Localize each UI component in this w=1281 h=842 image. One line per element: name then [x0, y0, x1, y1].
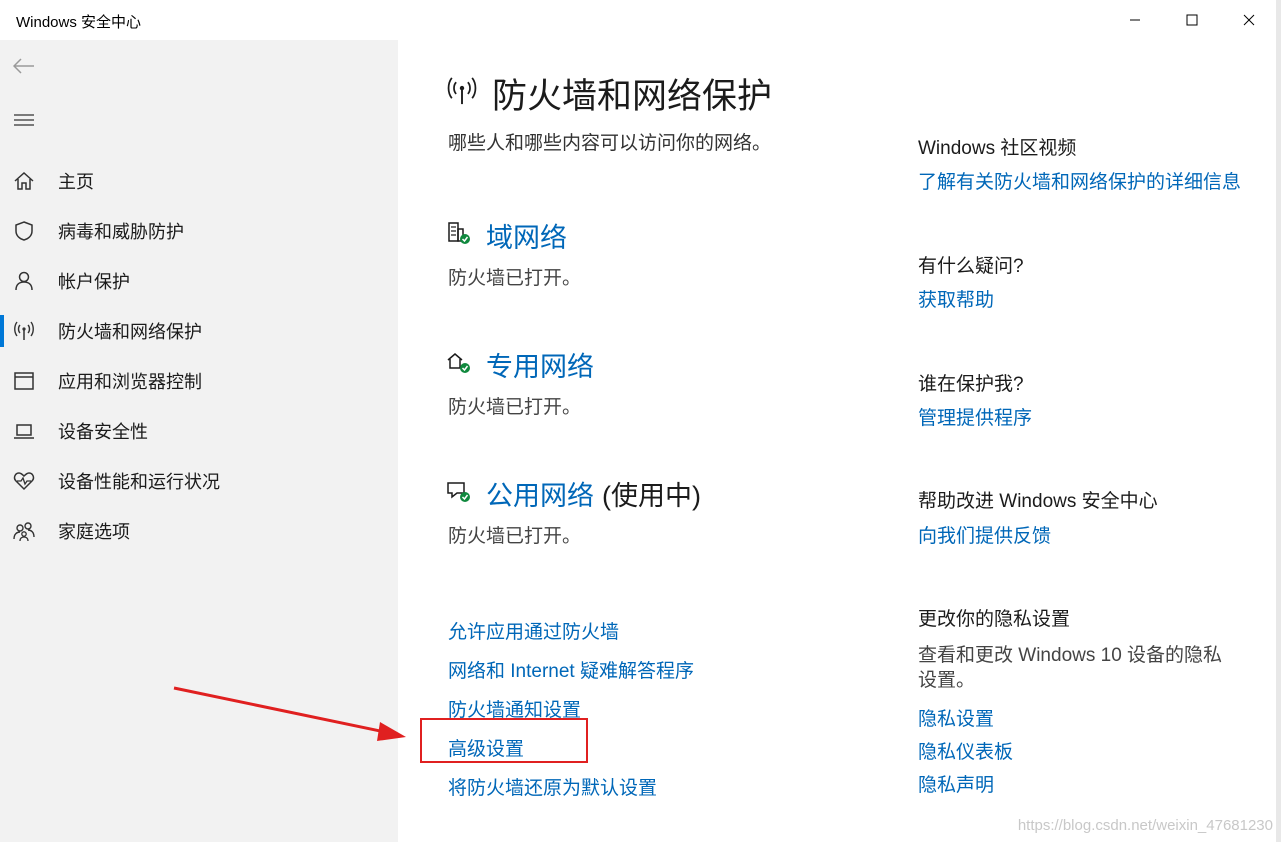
get-help-link[interactable]: 获取帮助 [918, 285, 994, 312]
back-button[interactable] [4, 46, 44, 86]
domain-network-section: 域网络 防火墙已打开。 [446, 216, 581, 290]
sidebar-item-home[interactable]: 主页 [0, 156, 398, 206]
page-title: 防火墙和网络保护 [492, 77, 773, 116]
private-network-section: 专用网络 防火墙已打开。 [446, 345, 594, 419]
shield-icon [12, 219, 36, 243]
sidebar-item-label: 设备性能和运行状况 [58, 472, 220, 492]
browser-window-icon [12, 369, 36, 393]
sidebar-item-label: 应用和浏览器控制 [58, 372, 202, 392]
domain-network-icon [446, 220, 472, 251]
maximize-icon [1186, 14, 1197, 26]
title-bar: Windows 安全中心 [0, 0, 1281, 40]
active-indicator [0, 315, 4, 347]
close-icon [1243, 14, 1254, 26]
hamburger-icon [14, 114, 34, 126]
close-button[interactable] [1220, 0, 1277, 40]
sidebar-item-firewall[interactable]: 防火墙和网络保护 [0, 306, 398, 356]
privacy-dashboard-link[interactable]: 隐私仪表板 [918, 737, 1013, 764]
sidebar-item-label: 病毒和威胁防护 [58, 222, 184, 242]
domain-network-link[interactable]: 域网络 [486, 216, 567, 255]
page-header: 防火墙和网络保护 [446, 68, 772, 119]
network-troubleshooter-link[interactable]: 网络和 Internet 疑难解答程序 [448, 656, 694, 683]
antenna-icon [446, 75, 478, 112]
sidebar-item-account-protection[interactable]: 帐户保护 [0, 256, 398, 306]
sidebar-item-family-options[interactable]: 家庭选项 [0, 506, 398, 556]
main-content: 防火墙和网络保护 哪些人和哪些内容可以访问你的网络。 域网络 防火墙已打开。 专… [398, 40, 1281, 842]
private-network-icon [446, 349, 472, 380]
question-heading: 有什么疑问? [918, 256, 1024, 277]
annotation-highlight-box [420, 718, 588, 763]
privacy-settings-link[interactable]: 隐私设置 [918, 704, 994, 731]
public-network-in-use-label: (使用中) [602, 481, 701, 511]
sidebar-item-label: 家庭选项 [58, 522, 130, 542]
allow-app-through-firewall-link[interactable]: 允许应用通过防火墙 [448, 617, 619, 644]
sidebar-item-label: 设备安全性 [58, 422, 148, 442]
sidebar-item-label: 帐户保护 [58, 272, 130, 292]
give-feedback-link[interactable]: 向我们提供反馈 [918, 521, 1051, 548]
family-icon [12, 519, 36, 543]
back-arrow-icon [13, 58, 34, 74]
public-network-status: 防火墙已打开。 [448, 526, 582, 547]
sidebar-item-label: 防火墙和网络保护 [58, 322, 202, 342]
heart-pulse-icon [12, 469, 36, 493]
privacy-description: 查看和更改 Windows 10 设备的隐私设置。 [918, 645, 1223, 691]
person-icon [12, 269, 36, 293]
sidebar-item-app-browser-control[interactable]: 应用和浏览器控制 [0, 356, 398, 406]
public-network-section: 公用网络 (使用中) 防火墙已打开。 [446, 474, 701, 548]
security-center-window: Windows 安全中心 主页 病毒和威胁防护 帐户保护 防火墙和网络保护 应用… [0, 0, 1281, 842]
privacy-heading: 更改你的隐私设置 [918, 609, 1071, 630]
privacy-statement-link[interactable]: 隐私声明 [918, 770, 994, 797]
sidebar-item-virus-protection[interactable]: 病毒和威胁防护 [0, 206, 398, 256]
improve-heading: 帮助改进 Windows 安全中心 [918, 491, 1158, 512]
page-subtitle: 哪些人和哪些内容可以访问你的网络。 [448, 133, 772, 154]
home-icon [12, 169, 36, 193]
private-network-link[interactable]: 专用网络 [486, 345, 594, 384]
private-network-status: 防火墙已打开。 [448, 397, 582, 418]
laptop-icon [12, 419, 36, 443]
public-network-icon [446, 478, 472, 509]
watermark: https://blog.csdn.net/weixin_47681230 [1017, 817, 1273, 834]
minimize-icon [1129, 19, 1140, 21]
sidebar-item-label: 主页 [58, 172, 94, 192]
protector-heading: 谁在保护我? [918, 374, 1024, 395]
manage-providers-link[interactable]: 管理提供程序 [918, 403, 1032, 430]
antenna-icon [12, 319, 36, 343]
hamburger-menu-button[interactable] [4, 100, 44, 140]
sidebar: 主页 病毒和威胁防护 帐户保护 防火墙和网络保护 应用和浏览器控制 设备安全性 … [0, 40, 398, 842]
sidebar-item-device-security[interactable]: 设备安全性 [0, 406, 398, 456]
domain-network-status: 防火墙已打开。 [448, 268, 582, 289]
sidebar-item-device-performance[interactable]: 设备性能和运行状况 [0, 456, 398, 506]
minimize-button[interactable] [1106, 0, 1163, 40]
background-window-edge [1276, 0, 1281, 842]
learn-more-link[interactable]: 了解有关防火墙和网络保护的详细信息 [918, 167, 1241, 194]
maximize-button[interactable] [1163, 0, 1220, 40]
community-videos-heading: Windows 社区视频 [918, 138, 1077, 159]
restore-firewall-defaults-link[interactable]: 将防火墙还原为默认设置 [448, 773, 657, 800]
window-title: Windows 安全中心 [16, 14, 142, 31]
public-network-link[interactable]: 公用网络 [486, 474, 594, 513]
